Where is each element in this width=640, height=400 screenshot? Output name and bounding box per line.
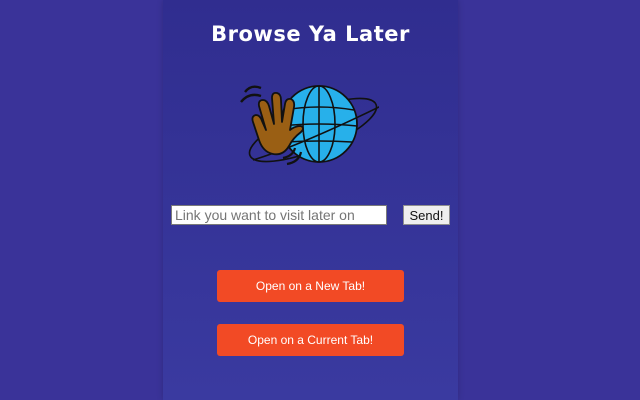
send-button[interactable]: Send!: [403, 205, 450, 225]
popup-panel: Browse Ya Later Send! Open on a New Tab!…: [163, 0, 458, 400]
open-current-tab-button[interactable]: Open on a Current Tab!: [217, 324, 404, 356]
link-input[interactable]: [171, 205, 387, 225]
app-title: Browse Ya Later: [211, 22, 410, 46]
open-new-tab-button[interactable]: Open on a New Tab!: [217, 270, 404, 302]
waving-hand-globe-icon: [240, 85, 379, 166]
